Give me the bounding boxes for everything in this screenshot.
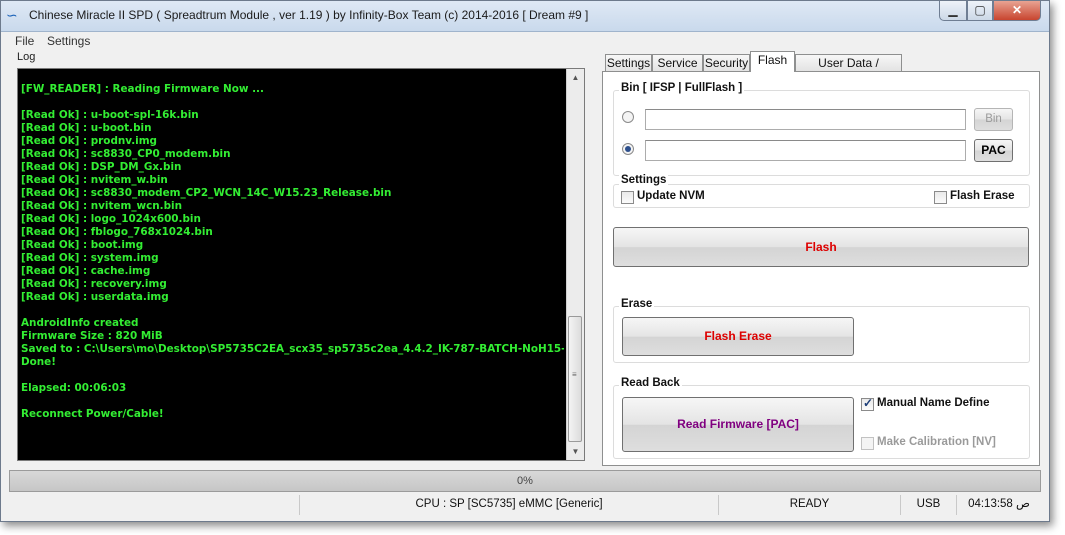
- flash-tab-panel: Bin [ IFSP | FullFlash ] Bin PAC Setting…: [602, 71, 1040, 466]
- erase-group: Erase Flash Erase: [613, 298, 1030, 363]
- log-line: AndroidInfo created: [21, 317, 139, 329]
- menu-settings[interactable]: Settings: [47, 34, 90, 48]
- settings-group: Settings Update NVM Flash Erase: [613, 174, 1030, 208]
- log-line: [FW_READER] : Reading Firmware Now ...: [21, 83, 264, 95]
- update-nvm-checkbox[interactable]: [621, 191, 634, 204]
- status-bar: CPU : SP [SC5735] eMMC [Generic] READY U…: [9, 495, 1041, 515]
- log-line: [Read Ok] : fblogo_768x1024.bin: [21, 226, 213, 238]
- minimize-icon: ▁: [948, 3, 958, 17]
- tab-user-data-forensic[interactable]: User Data / Forensic: [795, 54, 902, 86]
- log-line: [Read Ok] : sc8830_CP0_modem.bin: [21, 148, 231, 160]
- pac-button[interactable]: PAC: [974, 139, 1013, 162]
- update-nvm-label: Update NVM: [637, 190, 705, 202]
- log-line: [Read Ok] : u-boot.bin: [21, 122, 152, 134]
- maximize-button[interactable]: ▢: [967, 1, 993, 21]
- bin-path-input[interactable]: [645, 109, 966, 130]
- minimize-button[interactable]: ▁: [939, 1, 967, 21]
- make-calibration-label: Make Calibration [NV]: [877, 436, 996, 448]
- progress-bar: 0%: [9, 470, 1041, 492]
- scroll-up-icon[interactable]: ▲: [567, 69, 584, 86]
- log-line: [Read Ok] : userdata.img: [21, 291, 169, 303]
- log-line: [Read Ok] : system.img: [21, 252, 159, 264]
- log-line: Firmware Size : 820 MiB: [21, 330, 163, 342]
- tab-flash[interactable]: Flash: [750, 51, 795, 72]
- read-firmware-button[interactable]: Read Firmware [PAC]: [622, 397, 854, 452]
- log-panel[interactable]: [FW_READER] : Reading Firmware Now ... […: [17, 68, 585, 461]
- title-bar[interactable]: ∽ Chinese Miracle II SPD ( Spreadtrum Mo…: [1, 1, 1049, 32]
- log-line: Elapsed: 00:06:03: [21, 382, 127, 394]
- log-line: [Read Ok] : boot.img: [21, 239, 144, 251]
- log-line: Saved to : C:\Users\mo\Desktop\SP5735C2E…: [21, 343, 564, 355]
- read-back-group-title: Read Back: [619, 377, 682, 389]
- scroll-thumb[interactable]: ≡: [568, 316, 582, 442]
- settings-group-title: Settings: [619, 174, 669, 186]
- status-state: READY: [719, 495, 901, 515]
- log-line: Reconnect Power/Cable!: [21, 408, 164, 420]
- flash-erase-checkbox[interactable]: [934, 191, 947, 204]
- pac-path-input[interactable]: [645, 140, 966, 161]
- log-line: [Read Ok] : logo_1024x600.bin: [21, 213, 201, 225]
- window-title: Chinese Miracle II SPD ( Spreadtrum Modu…: [29, 8, 589, 22]
- log-scrollbar[interactable]: ▲ ≡ ▼: [566, 69, 584, 460]
- bin-radio[interactable]: [622, 111, 634, 123]
- bin-group: Bin [ IFSP | FullFlash ] Bin PAC: [613, 82, 1030, 176]
- manual-name-define-label: Manual Name Define: [877, 397, 990, 409]
- grip-icon: ≡: [572, 370, 577, 379]
- flash-erase-button[interactable]: Flash Erase: [622, 317, 854, 356]
- bin-button[interactable]: Bin: [974, 108, 1013, 131]
- log-line: [Read Ok] : sc8830_modem_CP2_WCN_14C_W15…: [21, 187, 392, 199]
- menu-bar: File Settings: [9, 32, 1041, 50]
- status-port: USB: [901, 495, 957, 515]
- log-line: [Read Ok] : recovery.img: [21, 278, 167, 290]
- pac-radio[interactable]: [622, 143, 634, 155]
- status-cpu: CPU : SP [SC5735] eMMC [Generic]: [300, 495, 719, 515]
- status-time: 04:13:58 ص: [968, 498, 1030, 510]
- status-empty: [9, 495, 300, 515]
- tab-security[interactable]: Security: [703, 54, 750, 71]
- close-button[interactable]: ✕: [993, 1, 1041, 21]
- app-window: ∽ Chinese Miracle II SPD ( Spreadtrum Mo…: [0, 0, 1050, 522]
- log-line: [Read Ok] : prodnv.img: [21, 135, 157, 147]
- log-label: Log: [17, 51, 36, 63]
- manual-name-define-checkbox[interactable]: [861, 396, 874, 411]
- log-line: [Read Ok] : DSP_DM_Gx.bin: [21, 161, 182, 173]
- log-line: [Read Ok] : nvitem_wcn.bin: [21, 200, 183, 212]
- flash-erase-label: Flash Erase: [950, 190, 1015, 202]
- menu-file[interactable]: File: [15, 34, 34, 48]
- flash-button[interactable]: Flash: [613, 227, 1029, 267]
- log-line: [Read Ok] : cache.img: [21, 265, 151, 277]
- read-back-group: Read Back Read Firmware [PAC] Manual Nam…: [613, 377, 1030, 459]
- scroll-down-icon[interactable]: ▼: [567, 443, 584, 460]
- log-line: [Read Ok] : u-boot-spl-16k.bin: [21, 109, 199, 121]
- erase-group-title: Erase: [619, 298, 655, 310]
- log-text: [FW_READER] : Reading Firmware Now ... […: [21, 83, 564, 460]
- maximize-icon: ▢: [974, 3, 986, 17]
- close-icon: ✕: [1011, 3, 1023, 17]
- progress-label: 0%: [517, 475, 533, 487]
- log-line: Done!: [21, 356, 56, 368]
- make-calibration-checkbox[interactable]: [861, 437, 874, 450]
- bin-group-title: Bin [ IFSP | FullFlash ]: [619, 82, 745, 94]
- tab-service[interactable]: Service: [652, 54, 703, 71]
- log-line: [Read Ok] : nvitem_w.bin: [21, 174, 168, 186]
- app-logo-icon: ∽: [6, 7, 18, 23]
- tab-settings[interactable]: Settings: [605, 54, 652, 71]
